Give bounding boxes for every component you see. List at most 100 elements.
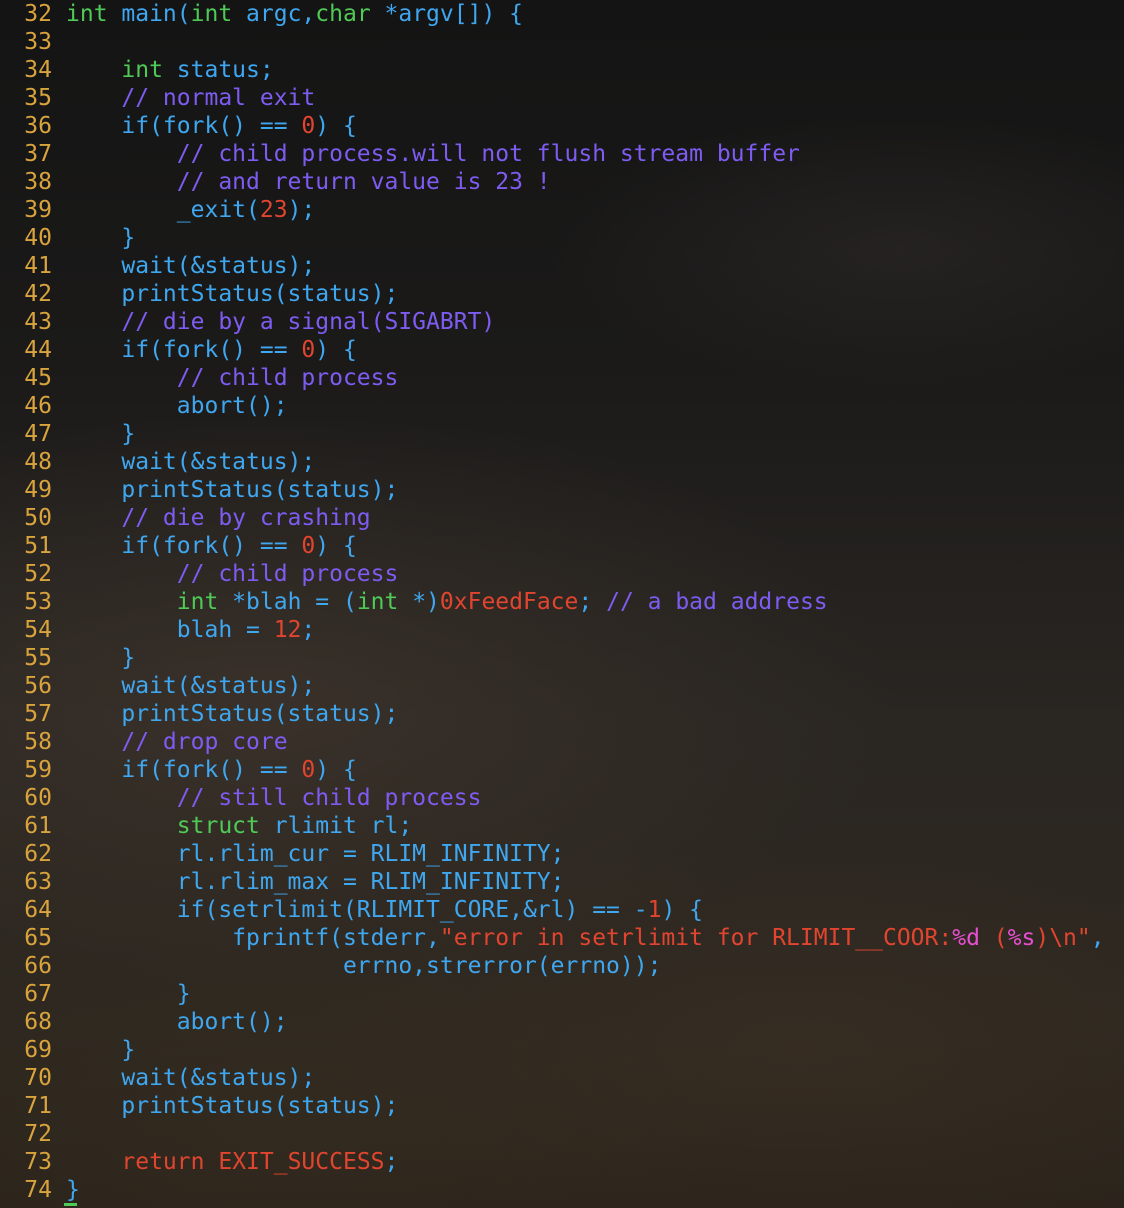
code-line[interactable]: 58 // drop core (0, 728, 288, 756)
code-line[interactable]: 67 } (0, 980, 190, 1008)
code-token: return (121, 1149, 205, 1175)
code-text: printStatus(status); (66, 477, 398, 503)
line-number: 54 (24, 617, 52, 643)
line-number: 64 (24, 897, 52, 923)
code-token: printStatus(status); (66, 477, 399, 503)
code-line[interactable]: 51 if(fork() == 0) { (0, 532, 357, 560)
code-line[interactable]: 52 // child process (0, 560, 398, 588)
code-token: // drop core (121, 729, 288, 755)
code-line[interactable]: 45 // child process (0, 364, 398, 392)
code-token: // child process.will not flush stream b… (176, 141, 800, 167)
code-line[interactable]: 65 fprintf(stderr,"error in setrlimit fo… (0, 924, 1104, 952)
line-number: 65 (24, 925, 52, 951)
line-number: 69 (24, 1037, 52, 1063)
line-number: 51 (24, 533, 52, 559)
code-line[interactable]: 59 if(fork() == 0) { (0, 756, 357, 784)
code-line[interactable]: 53 int *blah = (int *)0xFeedFace; // a b… (0, 588, 828, 616)
code-line[interactable]: 64 if(setrlimit(RLIMIT_CORE,&rl) == -1) … (0, 896, 703, 924)
code-line[interactable]: 49 printStatus(status); (0, 476, 398, 504)
code-token: argc, (232, 1, 316, 27)
code-line[interactable]: 61 struct rlimit rl; (0, 812, 412, 840)
line-number: 66 (24, 953, 52, 979)
code-line[interactable]: 42 printStatus(status); (0, 280, 398, 308)
code-line[interactable]: 72 (0, 1120, 66, 1148)
code-token: *blah = ( (218, 589, 357, 615)
code-text: int status; (66, 57, 274, 83)
code-text: } (66, 1037, 135, 1063)
code-token: 0xFeedFace (439, 589, 579, 615)
line-number: 56 (24, 673, 52, 699)
code-text: } (66, 1177, 80, 1203)
code-line[interactable]: 40 } (0, 224, 135, 252)
code-line[interactable]: 47 } (0, 420, 135, 448)
code-line[interactable]: 33 (0, 28, 66, 56)
code-line[interactable]: 57 printStatus(status); (0, 700, 398, 728)
line-number: 38 (24, 169, 52, 195)
code-line[interactable]: 56 wait(&status); (0, 672, 315, 700)
line-number: 52 (24, 561, 52, 587)
code-token: int (176, 589, 219, 615)
code-line[interactable]: 39 _exit(23); (0, 196, 315, 224)
code-line[interactable]: 44 if(fork() == 0) { (0, 336, 357, 364)
code-line[interactable]: 32 int main(int argc,char *argv[]) { (0, 0, 523, 28)
code-token: if(fork() == (66, 757, 302, 783)
code-text: rl.rlim_cur = RLIM_INFINITY; (66, 841, 565, 867)
code-token: ) { (315, 533, 357, 559)
code-line[interactable]: 34 int status; (0, 56, 274, 84)
code-token: 0 (301, 757, 316, 783)
code-token: main( (107, 1, 191, 27)
line-number: 71 (24, 1093, 52, 1119)
code-token: // die by crashing (121, 505, 371, 531)
code-token: ( (979, 925, 1008, 951)
code-token: rl.rlim_max = RLIM_INFINITY; (66, 869, 565, 895)
code-line[interactable]: 37 // child process.will not flush strea… (0, 140, 800, 168)
code-line[interactable]: 73 return EXIT_SUCCESS; (0, 1148, 398, 1176)
code-text: struct rlimit rl; (66, 813, 412, 839)
code-token: ); (287, 197, 316, 223)
code-text: int *blah = (int *)0xFeedFace; // a bad … (66, 589, 828, 615)
code-token: wait(&status); (66, 449, 316, 475)
code-line[interactable]: 48 wait(&status); (0, 448, 315, 476)
code-line[interactable]: 54 blah = 12; (0, 616, 315, 644)
code-line[interactable]: 46 abort(); (0, 392, 288, 420)
code-line[interactable]: 55 } (0, 644, 135, 672)
code-line[interactable]: 38 // and return value is 23 ! (0, 168, 550, 196)
code-line[interactable]: 60 // still child process (0, 784, 481, 812)
code-text: fprintf(stderr,"error in setrlimit for R… (66, 925, 1104, 951)
code-token: printStatus(status); (66, 281, 399, 307)
code-token: ; (384, 1149, 399, 1175)
code-line[interactable]: 35 // normal exit (0, 84, 315, 112)
code-line[interactable]: 74} (0, 1176, 80, 1204)
code-line[interactable]: 50 // die by crashing (0, 504, 371, 532)
line-number: 68 (24, 1009, 52, 1035)
code-text: // child process.will not flush stream b… (66, 141, 800, 167)
code-line[interactable]: 70 wait(&status); (0, 1064, 315, 1092)
code-line[interactable]: 71 printStatus(status); (0, 1092, 398, 1120)
code-line[interactable]: 68 abort(); (0, 1008, 287, 1036)
code-line[interactable]: 63 rl.rlim_max = RLIM_INFINITY; (0, 868, 565, 896)
code-line[interactable]: 36 if(fork() == 0) { (0, 112, 357, 140)
code-line[interactable]: 62 rl.rlim_cur = RLIM_INFINITY; (0, 840, 565, 868)
code-text: } (66, 225, 135, 251)
line-number: 37 (24, 141, 52, 167)
code-text: if(fork() == 0) { (66, 757, 356, 783)
code-token: status; (162, 57, 274, 83)
line-number: 59 (24, 757, 52, 783)
code-text: int main(int argc,char *argv[]) { (66, 1, 523, 27)
code-text: wait(&status); (66, 1065, 315, 1091)
code-line[interactable]: 66 errno,strerror(errno)); (0, 952, 661, 980)
code-token: abort(); (66, 393, 288, 419)
code-line[interactable]: 43 // die by a signal(SIGABRT) (0, 308, 495, 336)
code-editor[interactable]: 32 int main(int argc,char *argv[]) {33 34 … (0, 0, 1124, 1208)
code-token: rl.rlim_cur = RLIM_INFINITY; (66, 841, 565, 867)
code-line[interactable]: 69 } (0, 1036, 135, 1064)
code-token: )\n" (1035, 925, 1091, 951)
code-token: 1 (647, 897, 662, 923)
line-number: 49 (24, 477, 52, 503)
line-number: 35 (24, 85, 52, 111)
code-line[interactable]: 41 wait(&status); (0, 252, 315, 280)
line-number: 32 (24, 1, 52, 27)
